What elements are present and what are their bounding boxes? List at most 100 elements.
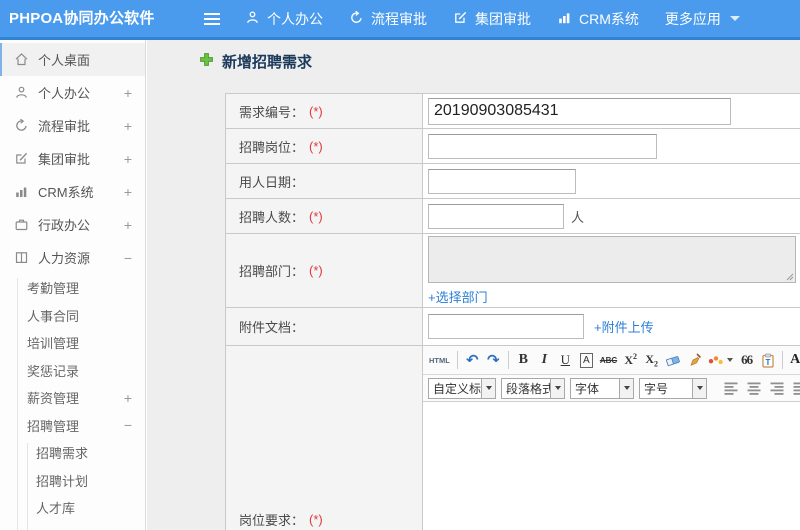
menu-toggle-icon[interactable] <box>204 13 220 25</box>
sidebar-item-reward-record[interactable]: 奖惩记录 <box>0 357 145 385</box>
sidebar-item-attendance-management[interactable]: 考勤管理 <box>0 274 145 302</box>
paragraph-format-select[interactable]: 段落格式 <box>501 377 565 399</box>
font-size-select[interactable]: 字号 <box>639 377 707 399</box>
underline-button[interactable]: U <box>556 349 575 371</box>
expand-plus-icon[interactable]: + <box>124 118 132 134</box>
form-row-requirement: 岗位要求：(*) HTML↶↷BIUAABCX2X266TAa 自定义标题段落格… <box>226 346 800 530</box>
nav-label: 更多应用 <box>664 10 721 27</box>
org-icon <box>14 250 29 265</box>
sidebar-item-label: 招聘计划 <box>36 473 89 489</box>
add-plus-icon <box>199 52 214 72</box>
align-justify-button[interactable] <box>790 378 800 398</box>
subscript-button[interactable]: X2 <box>642 349 661 371</box>
superscript-button[interactable]: X2 <box>621 349 640 371</box>
collapse-minus-icon[interactable]: − <box>124 417 132 433</box>
font-family-select[interactable]: 字体 <box>570 377 634 399</box>
position-input[interactable] <box>428 133 657 159</box>
field-label: 附件文档： <box>239 320 305 335</box>
select-value: 段落格式 <box>506 381 550 396</box>
top-bar: PHPOA协同办公软件 个人办公 流程审批 集团审批 CRM系统 更多应用 <box>0 0 800 40</box>
nav-group-approval[interactable]: 集团审批 <box>453 9 531 29</box>
html-source-button[interactable]: HTML <box>427 349 452 371</box>
font-box-button[interactable]: A <box>577 349 596 371</box>
italic-button[interactable]: I <box>535 349 554 371</box>
sidebar-item-label: 个人桌面 <box>38 53 91 68</box>
sidebar-item-recruitment-management[interactable]: 招聘管理 − <box>0 412 145 440</box>
eraser-button[interactable] <box>663 349 683 371</box>
nav-personal-office[interactable]: 个人办公 <box>245 9 323 29</box>
required-marker: (*) <box>309 263 323 278</box>
editor-toolbar-row2: 自定义标题 段落格式 字体 字号 <box>423 375 800 402</box>
hire-date-input[interactable] <box>428 168 576 194</box>
nav-label: 个人办公 <box>267 10 323 27</box>
custom-heading-select[interactable]: 自定义标题 <box>428 377 496 399</box>
expand-plus-icon[interactable]: + <box>124 184 132 200</box>
sidebar-item-recruitment-demand[interactable]: 招聘需求 <box>0 439 145 467</box>
blockquote-button[interactable]: 66 <box>737 349 756 371</box>
redo-button[interactable]: ↷ <box>484 349 503 371</box>
undo-button[interactable]: ↶ <box>463 349 482 371</box>
choose-department-link[interactable]: +选择部门 <box>428 287 488 306</box>
sidebar-item-crm-system[interactable]: CRM系统 + <box>0 175 145 208</box>
editor-content-area[interactable] <box>423 402 800 530</box>
sidebar-item-human-resources[interactable]: 人力资源 − <box>0 241 145 274</box>
expand-plus-icon[interactable]: + <box>124 390 132 406</box>
form-row-attachment: 附件文档： +附件上传 <box>226 308 800 346</box>
collapse-minus-icon[interactable]: − <box>124 250 132 266</box>
emoticon-button[interactable] <box>706 349 735 371</box>
align-right-button[interactable] <box>767 378 787 398</box>
attachment-input[interactable] <box>428 314 584 339</box>
home-icon <box>14 52 29 67</box>
caret-down-icon[interactable] <box>619 378 633 398</box>
bold-button[interactable]: B <box>514 349 533 371</box>
briefcase-icon <box>14 217 29 232</box>
align-left-button[interactable] <box>721 378 741 398</box>
required-marker: (*) <box>309 208 323 224</box>
strikethrough-button[interactable]: ABC <box>598 349 619 371</box>
sidebar-item-personal-office[interactable]: 个人办公 + <box>0 76 145 109</box>
field-label: 招聘人数： <box>239 209 305 225</box>
paste-text-button[interactable]: T <box>758 349 777 371</box>
sidebar-item-label: 人事合同 <box>27 308 80 324</box>
sidebar-item-recruitment-plan[interactable]: 招聘计划 <box>0 467 145 495</box>
nav-crm-system[interactable]: CRM系统 <box>557 9 639 29</box>
demand-code-input[interactable] <box>428 97 731 125</box>
sidebar-item-training-management[interactable]: 培训管理 <box>0 329 145 357</box>
department-textarea[interactable] <box>428 236 796 283</box>
attachment-upload-link[interactable]: +附件上传 <box>594 317 654 336</box>
sidebar-item-admin-office[interactable]: 行政办公 + <box>0 208 145 241</box>
sidebar-item-label: 集团审批 <box>38 152 91 167</box>
sidebar-item-salary-management[interactable]: 薪资管理 + <box>0 384 145 412</box>
expand-plus-icon[interactable]: + <box>124 217 132 233</box>
person-icon <box>245 10 267 28</box>
sidebar-item-personal-desktop[interactable]: 个人桌面 <box>0 43 145 76</box>
sidebar-item-talent-pool[interactable]: 人才库 <box>0 494 145 522</box>
sidebar-item-label: CRM系统 <box>38 185 94 200</box>
sidebar-item-label: 招聘需求 <box>36 446 89 462</box>
caret-down-icon[interactable] <box>692 378 706 398</box>
sidebar-item-workflow-approval[interactable]: 流程审批 + <box>0 109 145 142</box>
sidebar-item-group-approval[interactable]: 集团审批 + <box>0 142 145 175</box>
clean-format-button[interactable] <box>685 349 704 371</box>
sidebar-item-hr-contract[interactable]: 人事合同 <box>0 302 145 330</box>
align-center-button[interactable] <box>744 378 764 398</box>
headcount-input[interactable] <box>428 203 564 229</box>
caret-down-icon[interactable] <box>550 378 564 398</box>
expand-plus-icon[interactable]: + <box>124 151 132 167</box>
required-marker: (*) <box>309 511 323 527</box>
app-title: PHPOA协同办公软件 <box>9 10 155 27</box>
nav-workflow-approval[interactable]: 流程审批 <box>349 9 427 29</box>
workflow-cycle-icon <box>349 10 371 28</box>
nav-more-apps[interactable]: 更多应用 <box>665 9 740 29</box>
sidebar-item-label: 人力资源 <box>38 251 91 266</box>
nav-label: CRM系统 <box>579 10 639 27</box>
select-value: 字体 <box>575 381 600 396</box>
user-icon <box>14 85 29 100</box>
form-row-department: 招聘部门： (*) +选择部门 <box>226 234 800 308</box>
font-color-button[interactable]: A <box>788 349 800 371</box>
expand-plus-icon[interactable]: + <box>124 85 132 101</box>
caret-down-icon <box>727 358 734 362</box>
toolbar-separator <box>456 351 458 369</box>
caret-down-icon[interactable] <box>481 378 495 398</box>
sidebar-menu: 个人桌面 个人办公 + 流程审批 + 集团审批 + CRM系统 + 行政办公 + 人力资源 − 考勤管理人… <box>0 43 145 522</box>
